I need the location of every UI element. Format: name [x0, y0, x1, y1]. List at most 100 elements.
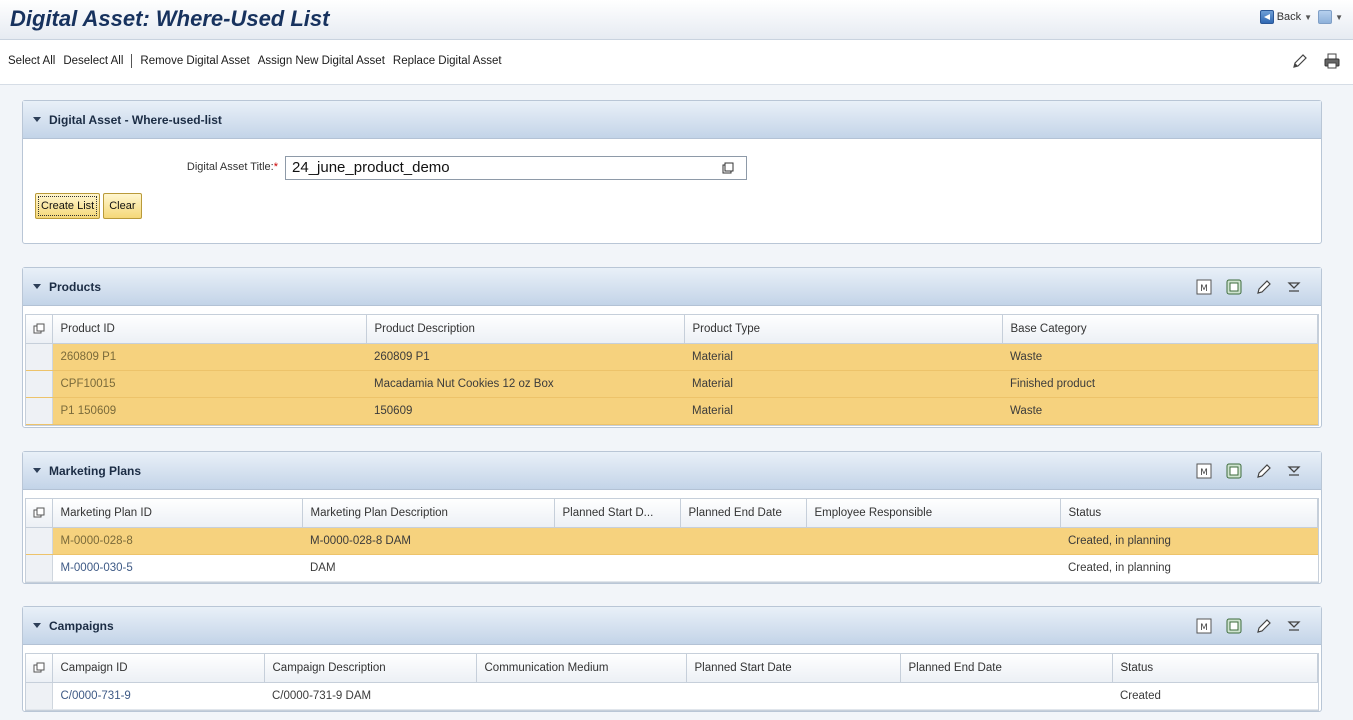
table-cell	[554, 527, 680, 555]
select-all-rows-icon[interactable]	[33, 662, 45, 674]
forward-button[interactable]: ▼	[1318, 10, 1343, 24]
table-cell: Material	[684, 370, 1002, 398]
column-header-employee-responsible[interactable]: Employee Responsible	[806, 499, 1061, 528]
assign-new-digital-asset-button[interactable]: Assign New Digital Asset	[258, 55, 385, 67]
export-excel-icon[interactable]	[1225, 617, 1243, 635]
select-all-rows-cell[interactable]	[26, 315, 53, 344]
marketing-plans-panel-header[interactable]: Marketing Plans	[23, 452, 1321, 490]
product-id-link[interactable]: P1 150609	[61, 405, 117, 417]
edit-icon[interactable]	[1255, 278, 1273, 296]
table-row[interactable]: M-0000-030-5 DAM Created, in planning	[26, 554, 1318, 582]
row-selector[interactable]	[26, 370, 53, 398]
table-cell: Created	[1112, 682, 1318, 710]
table-cell: M-0000-028-8 DAM	[302, 527, 554, 555]
column-header-marketing-plan-description[interactable]: Marketing Plan Description	[302, 499, 555, 528]
search-panel-title: Digital Asset - Where-used-list	[49, 112, 222, 127]
table-row[interactable]: 260809 P1 260809 P1 Material Waste	[26, 343, 1318, 371]
column-header-planned-start-date[interactable]: Planned Start Date	[686, 654, 901, 683]
collapse-triangle-icon[interactable]	[33, 468, 41, 473]
select-all-rows-cell[interactable]	[26, 654, 53, 683]
table-cell: Material	[684, 397, 1002, 425]
column-header-planned-start-date[interactable]: Planned Start D...	[554, 499, 681, 528]
campaigns-panel-header[interactable]: Campaigns	[23, 607, 1321, 645]
table-cell: Macadamia Nut Cookies 12 oz Box	[366, 370, 684, 398]
filter-icon[interactable]	[1285, 617, 1303, 635]
select-all-button[interactable]: Select All	[8, 55, 55, 67]
collapse-triangle-icon[interactable]	[33, 284, 41, 289]
campaigns-table: Campaign ID Campaign Description Communi…	[25, 653, 1319, 711]
filter-icon[interactable]	[1285, 462, 1303, 480]
search-panel-header[interactable]: Digital Asset - Where-used-list	[23, 101, 1321, 139]
filter-icon[interactable]	[1285, 278, 1303, 296]
collapse-triangle-icon[interactable]	[33, 623, 41, 628]
product-id-link[interactable]: CPF10015	[61, 378, 116, 390]
row-selector[interactable]	[26, 554, 53, 582]
marketing-plans-panel: Marketing Plans M Marketing Plan ID Mark…	[22, 451, 1322, 584]
table-settings-icon[interactable]: M	[1195, 462, 1213, 480]
back-label: Back	[1276, 11, 1302, 23]
column-header-campaign-description[interactable]: Campaign Description	[264, 654, 477, 683]
forward-menu-chevron-icon[interactable]: ▼	[1335, 13, 1343, 22]
asset-title-input[interactable]: 24_june_product_demo	[285, 156, 747, 180]
table-cell: 260809 P1	[366, 343, 684, 371]
row-selector[interactable]	[26, 527, 53, 555]
table-row[interactable]: M-0000-028-8 M-0000-028-8 DAM Created, i…	[26, 527, 1318, 555]
table-cell	[806, 554, 1060, 582]
edit-icon[interactable]	[1255, 617, 1273, 635]
column-header-communication-medium[interactable]: Communication Medium	[476, 654, 687, 683]
create-list-button[interactable]: Create List	[35, 193, 101, 219]
back-menu-chevron-icon[interactable]: ▼	[1304, 13, 1312, 22]
export-excel-icon[interactable]	[1225, 278, 1243, 296]
column-header-marketing-plan-id[interactable]: Marketing Plan ID	[52, 499, 303, 528]
table-row[interactable]: CPF10015 Macadamia Nut Cookies 12 oz Box…	[26, 370, 1318, 398]
table-cell	[476, 682, 686, 710]
back-icon	[1259, 10, 1274, 24]
select-all-rows-cell[interactable]	[26, 499, 53, 528]
table-cell: Waste	[1002, 397, 1318, 425]
column-header-planned-end-date[interactable]: Planned End Date	[900, 654, 1113, 683]
table-row[interactable]: C/0000-731-9 C/0000-731-9 DAM Created	[26, 682, 1318, 710]
table-settings-icon[interactable]: M	[1195, 278, 1213, 296]
product-id-link[interactable]: 260809 P1	[61, 351, 117, 363]
page-title: Digital Asset: Where-Used List	[10, 6, 330, 31]
export-excel-icon[interactable]	[1225, 462, 1243, 480]
svg-text:M: M	[1200, 284, 1208, 294]
column-header-status[interactable]: Status	[1112, 654, 1318, 683]
select-all-rows-icon[interactable]	[33, 507, 45, 519]
asset-title-row: Digital Asset Title:* 24_june_product_de…	[23, 156, 1321, 180]
row-selector[interactable]	[26, 343, 53, 371]
print-icon[interactable]	[1323, 52, 1341, 70]
table-settings-icon[interactable]: M	[1195, 617, 1213, 635]
value-help-icon[interactable]	[720, 160, 736, 176]
replace-digital-asset-button[interactable]: Replace Digital Asset	[393, 55, 502, 67]
column-header-product-description[interactable]: Product Description	[366, 315, 685, 344]
edit-pencil-icon[interactable]	[1291, 52, 1309, 70]
deselect-all-button[interactable]: Deselect All	[63, 55, 123, 67]
svg-text:M: M	[1200, 468, 1208, 478]
column-header-base-category[interactable]: Base Category	[1002, 315, 1318, 344]
column-header-planned-end-date[interactable]: Planned End Date	[680, 499, 807, 528]
products-panel-title: Products	[49, 279, 102, 294]
table-row[interactable]: P1 150609 150609 Material Waste	[26, 397, 1318, 425]
clear-button[interactable]: Clear	[103, 193, 142, 219]
products-panel: Products M Product ID Product Descriptio…	[22, 267, 1322, 428]
marketing-plan-id-link[interactable]: M-0000-030-5	[61, 562, 133, 574]
collapse-triangle-icon[interactable]	[33, 117, 41, 122]
select-all-rows-icon[interactable]	[33, 323, 45, 335]
column-header-product-type[interactable]: Product Type	[684, 315, 1003, 344]
table-cell	[680, 554, 806, 582]
column-header-status[interactable]: Status	[1060, 499, 1318, 528]
products-panel-header[interactable]: Products	[23, 268, 1321, 306]
where-used-search-panel: Digital Asset - Where-used-list Digital …	[22, 100, 1322, 244]
marketing-plan-id-link[interactable]: M-0000-028-8	[61, 535, 133, 547]
row-selector[interactable]	[26, 682, 53, 710]
row-selector[interactable]	[26, 397, 53, 425]
column-header-campaign-id[interactable]: Campaign ID	[52, 654, 265, 683]
svg-text:M: M	[1200, 623, 1208, 633]
remove-digital-asset-button[interactable]: Remove Digital Asset	[140, 55, 249, 67]
campaign-id-link[interactable]: C/0000-731-9	[61, 690, 131, 702]
marketing-plans-table: Marketing Plan ID Marketing Plan Descrip…	[25, 498, 1319, 583]
back-button[interactable]: Back ▼	[1259, 10, 1312, 24]
edit-icon[interactable]	[1255, 462, 1273, 480]
column-header-product-id[interactable]: Product ID	[52, 315, 367, 344]
